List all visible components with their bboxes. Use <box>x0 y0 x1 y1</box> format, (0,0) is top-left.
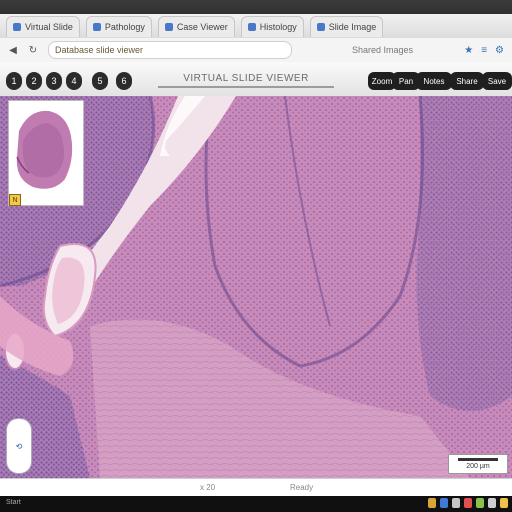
page-favicon-icon <box>164 23 173 31</box>
tray-app-icon[interactable] <box>476 498 484 508</box>
notes-button[interactable]: Notes <box>416 72 452 90</box>
page-favicon-icon <box>92 23 101 31</box>
page-favicon-icon <box>13 23 21 31</box>
tray-app-icon[interactable] <box>440 498 448 508</box>
rotation-compass-icon[interactable]: ⟲ <box>6 418 32 474</box>
browser-tab-label: Histology <box>259 22 297 32</box>
browser-tab-label: Pathology <box>104 22 145 32</box>
tool-button-6[interactable]: 6 <box>116 72 132 90</box>
address-extra-text: Shared Images <box>352 45 414 55</box>
share-button[interactable]: Share <box>450 72 484 90</box>
scale-bar-line <box>458 458 498 461</box>
viewer-toolbar: 1 2 3 4 5 6 VIRTUAL SLIDE VIEWER Zoom Pa… <box>0 62 512 97</box>
tray-app-icon[interactable] <box>488 498 496 508</box>
browser-tab[interactable]: Histology <box>240 16 304 37</box>
status-text: Ready <box>290 483 314 492</box>
viewer-title: VIRTUAL SLIDE VIEWER <box>158 70 334 88</box>
back-arrow-icon[interactable]: ◀ <box>6 43 20 57</box>
overview-tissue-image <box>9 101 83 205</box>
save-button[interactable]: Save <box>482 72 512 90</box>
tray-app-icon[interactable] <box>452 498 460 508</box>
status-bar: x 20 Ready <box>0 478 512 497</box>
star-icon[interactable]: ★ <box>464 45 473 56</box>
settings-icon[interactable]: ⚙ <box>495 45 504 56</box>
tool-button-5[interactable]: 5 <box>92 72 108 90</box>
refresh-icon[interactable]: ↻ <box>26 43 40 57</box>
address-icons: ★ ≡ ⚙ <box>464 45 504 56</box>
scale-bar-label: 200 µm <box>466 463 490 470</box>
os-taskbar: Start <box>0 496 512 512</box>
start-button[interactable]: Start <box>6 499 21 506</box>
tray-app-icon[interactable] <box>428 498 436 508</box>
screen: Virtual Slide Pathology Case Viewer Hist… <box>0 0 512 512</box>
system-tray <box>428 498 508 508</box>
slide-overview-thumbnail[interactable] <box>8 100 84 206</box>
browser-tab-strip: Virtual Slide Pathology Case Viewer Hist… <box>0 0 512 39</box>
scale-bar: 200 µm <box>448 454 508 474</box>
overview-position-marker[interactable]: N <box>9 194 21 206</box>
tool-button-1[interactable]: 1 <box>6 72 22 90</box>
tool-button-3[interactable]: 3 <box>46 72 62 90</box>
browser-tab-label: Virtual Slide <box>25 22 73 32</box>
browser-tab[interactable]: Virtual Slide <box>6 16 80 37</box>
status-magnification: x 20 <box>200 483 216 492</box>
browser-tabs: Virtual Slide Pathology Case Viewer Hist… <box>6 16 384 37</box>
tray-app-icon[interactable] <box>500 498 508 508</box>
tray-app-icon[interactable] <box>464 498 472 508</box>
tool-button-2[interactable]: 2 <box>26 72 42 90</box>
page-favicon-icon <box>316 23 325 31</box>
url-input[interactable]: Database slide viewer <box>48 41 292 59</box>
browser-tab-label: Slide Image <box>328 22 377 32</box>
page-favicon-icon <box>247 23 256 31</box>
browser-tab[interactable]: Slide Image <box>309 16 384 37</box>
browser-tab[interactable]: Case Viewer <box>157 16 235 37</box>
browser-tab-label: Case Viewer <box>176 22 228 32</box>
tool-button-4[interactable]: 4 <box>66 72 82 90</box>
address-bar: ◀ ↻ Database slide viewer Shared Images … <box>0 38 512 63</box>
browser-tab[interactable]: Pathology <box>85 16 152 37</box>
menu-icon[interactable]: ≡ <box>481 45 487 56</box>
